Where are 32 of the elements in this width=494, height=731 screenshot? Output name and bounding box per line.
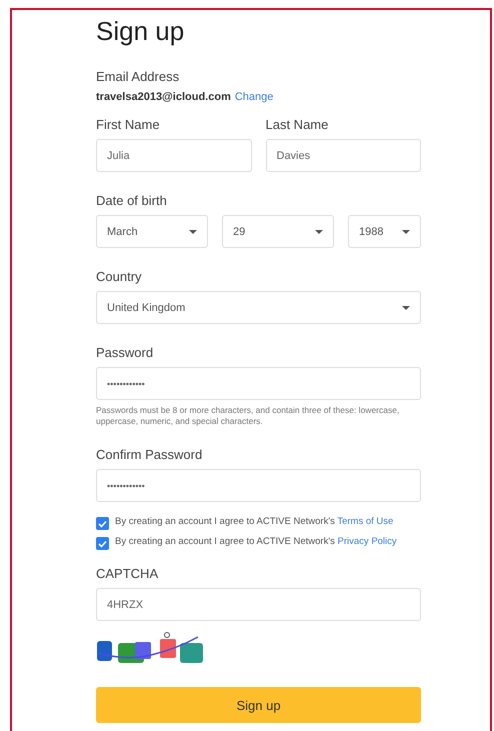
month-dropdown[interactable]: March [96,215,208,248]
sign-up-button[interactable]: Sign up [96,687,421,723]
input-field[interactable]: Davies [266,139,421,172]
email-address: travelsa2013@icloud.com [96,91,231,103]
policy-link[interactable]: Terms of Use [337,516,394,527]
caret-icon [189,230,197,234]
caret-icon [402,306,410,310]
page-title: Sign up [96,15,186,48]
checkbox[interactable] [96,517,109,530]
captcha-field[interactable]: 4HRZX [96,588,421,621]
field-label: Last Name [266,117,330,133]
password-hint: Passwords must be 8 or more characters, and contain three of these: lowercase, uppercase, numeric, and special characters. [96,405,400,427]
field-label: Email Address [96,69,180,85]
country-dropdown[interactable]: United Kingdom [96,291,421,324]
password-field[interactable]: •••••••••••• [96,367,421,400]
field-label: First Name [96,117,161,133]
caret-icon [402,230,410,234]
field-label: Password [96,345,154,361]
checkbox[interactable] [96,537,109,550]
field-label: CAPTCHA [96,566,160,582]
field-label: Confirm Password [96,447,204,463]
password-field[interactable]: •••••••••••• [96,469,421,502]
input-field[interactable]: Julia [96,139,252,172]
change-link[interactable]: Change [234,91,274,103]
field-label: Date of birth [96,193,168,209]
year-dropdown[interactable]: 1988 [348,215,421,248]
agreement-text: By creating an account I agree to ACTIVE Network's Privacy Policy [115,536,397,548]
caret-icon [315,230,323,234]
day-dropdown[interactable]: 29 [222,215,334,248]
policy-link[interactable]: Privacy Policy [338,536,397,547]
field-label: Country [96,269,143,285]
agreement-text: By creating an account I agree to ACTIVE Network's Terms of Use [115,516,394,528]
